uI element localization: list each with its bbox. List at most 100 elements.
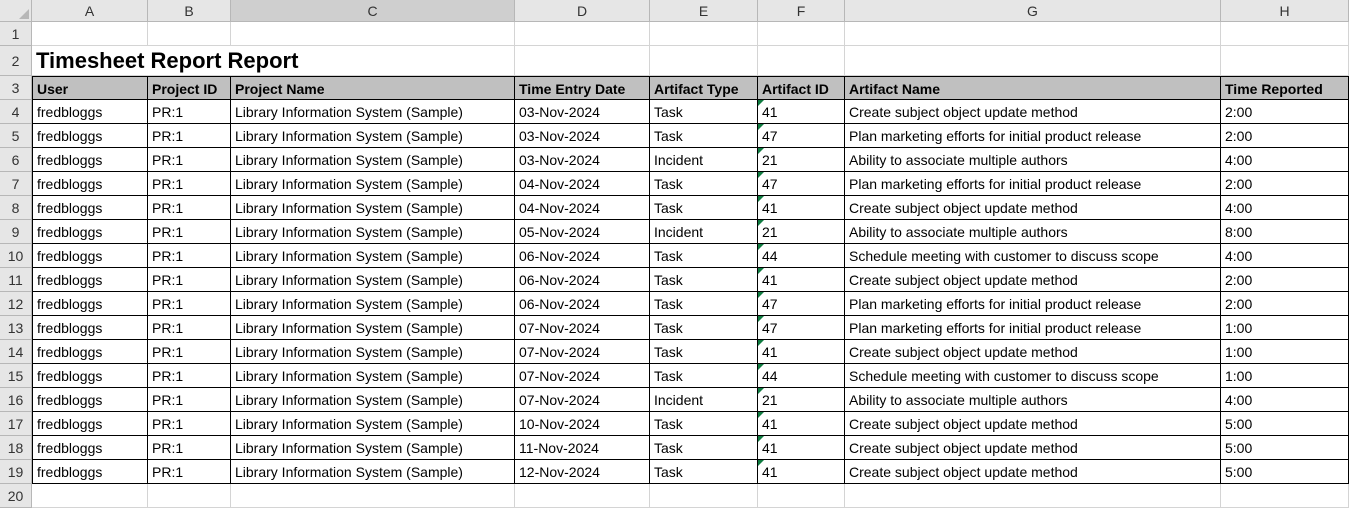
row-header-10[interactable]: 10 xyxy=(0,244,32,268)
table-cell-user[interactable]: fredbloggs xyxy=(32,220,148,244)
table-cell-type[interactable]: Task xyxy=(650,412,758,436)
table-cell-date[interactable]: 03-Nov-2024 xyxy=(515,124,650,148)
table-cell-user[interactable]: fredbloggs xyxy=(32,268,148,292)
table-cell-user[interactable]: fredbloggs xyxy=(32,244,148,268)
table-cell-aid[interactable]: 21 xyxy=(758,388,845,412)
table-cell-type[interactable]: Incident xyxy=(650,220,758,244)
table-cell-time[interactable]: 2:00 xyxy=(1221,172,1349,196)
table-cell-date[interactable]: 06-Nov-2024 xyxy=(515,244,650,268)
table-cell-user[interactable]: fredbloggs xyxy=(32,340,148,364)
table-cell-projectName[interactable]: Library Information System (Sample) xyxy=(231,340,515,364)
table-cell-aname[interactable]: Plan marketing efforts for initial produ… xyxy=(845,172,1221,196)
table-cell-aname[interactable]: Create subject object update method xyxy=(845,436,1221,460)
table-header-user[interactable]: User xyxy=(32,76,148,100)
table-cell-date[interactable]: 03-Nov-2024 xyxy=(515,148,650,172)
table-cell-date[interactable]: 07-Nov-2024 xyxy=(515,364,650,388)
table-cell-projectName[interactable]: Library Information System (Sample) xyxy=(231,460,515,484)
column-header-E[interactable]: E xyxy=(650,0,758,22)
table-cell-aname[interactable]: Create subject object update method xyxy=(845,196,1221,220)
table-cell-type[interactable]: Task xyxy=(650,244,758,268)
table-header-artifactName[interactable]: Artifact Name xyxy=(845,76,1221,100)
table-cell-type[interactable]: Task xyxy=(650,100,758,124)
empty-cell[interactable] xyxy=(650,22,758,46)
table-cell-date[interactable]: 12-Nov-2024 xyxy=(515,460,650,484)
row-header-11[interactable]: 11 xyxy=(0,268,32,292)
table-cell-aname[interactable]: Schedule meeting with customer to discus… xyxy=(845,364,1221,388)
table-cell-aname[interactable]: Plan marketing efforts for initial produ… xyxy=(845,124,1221,148)
table-cell-aid[interactable]: 41 xyxy=(758,100,845,124)
empty-cell[interactable] xyxy=(758,46,845,76)
table-cell-aid[interactable]: 21 xyxy=(758,220,845,244)
row-header-4[interactable]: 4 xyxy=(0,100,32,124)
table-cell-projectName[interactable]: Library Information System (Sample) xyxy=(231,220,515,244)
select-all-corner[interactable] xyxy=(0,0,32,22)
table-cell-projectName[interactable]: Library Information System (Sample) xyxy=(231,172,515,196)
table-cell-aname[interactable]: Create subject object update method xyxy=(845,100,1221,124)
table-header-projectName[interactable]: Project Name xyxy=(231,76,515,100)
table-cell-type[interactable]: Task xyxy=(650,364,758,388)
row-header-14[interactable]: 14 xyxy=(0,340,32,364)
table-header-timeEntryDate[interactable]: Time Entry Date xyxy=(515,76,650,100)
table-cell-projectId[interactable]: PR:1 xyxy=(148,340,231,364)
table-cell-user[interactable]: fredbloggs xyxy=(32,316,148,340)
table-cell-projectName[interactable]: Library Information System (Sample) xyxy=(231,268,515,292)
empty-cell[interactable] xyxy=(1221,484,1349,508)
table-cell-time[interactable]: 2:00 xyxy=(1221,124,1349,148)
table-cell-aid[interactable]: 41 xyxy=(758,460,845,484)
table-cell-time[interactable]: 2:00 xyxy=(1221,292,1349,316)
row-header-7[interactable]: 7 xyxy=(0,172,32,196)
table-cell-date[interactable]: 04-Nov-2024 xyxy=(515,196,650,220)
table-header-artifactType[interactable]: Artifact Type xyxy=(650,76,758,100)
table-cell-user[interactable]: fredbloggs xyxy=(32,388,148,412)
table-cell-user[interactable]: fredbloggs xyxy=(32,172,148,196)
row-header-1[interactable]: 1 xyxy=(0,22,32,46)
table-cell-date[interactable]: 05-Nov-2024 xyxy=(515,220,650,244)
empty-cell[interactable] xyxy=(32,484,148,508)
table-header-artifactId[interactable]: Artifact ID xyxy=(758,76,845,100)
table-cell-aname[interactable]: Ability to associate multiple authors xyxy=(845,148,1221,172)
empty-cell[interactable] xyxy=(1221,22,1349,46)
empty-cell[interactable] xyxy=(231,484,515,508)
table-cell-aname[interactable]: Plan marketing efforts for initial produ… xyxy=(845,316,1221,340)
table-cell-projectName[interactable]: Library Information System (Sample) xyxy=(231,412,515,436)
table-cell-aid[interactable]: 47 xyxy=(758,172,845,196)
table-cell-aid[interactable]: 41 xyxy=(758,436,845,460)
table-cell-projectId[interactable]: PR:1 xyxy=(148,412,231,436)
table-cell-type[interactable]: Task xyxy=(650,316,758,340)
table-cell-projectName[interactable]: Library Information System (Sample) xyxy=(231,124,515,148)
table-cell-projectId[interactable]: PR:1 xyxy=(148,172,231,196)
report-title[interactable]: Timesheet Report Report xyxy=(32,46,515,76)
table-cell-time[interactable]: 1:00 xyxy=(1221,340,1349,364)
column-header-D[interactable]: D xyxy=(515,0,650,22)
table-cell-aid[interactable]: 21 xyxy=(758,148,845,172)
table-header-timeReported[interactable]: Time Reported xyxy=(1221,76,1349,100)
empty-cell[interactable] xyxy=(515,46,650,76)
row-header-8[interactable]: 8 xyxy=(0,196,32,220)
table-cell-aid[interactable]: 44 xyxy=(758,244,845,268)
row-header-19[interactable]: 19 xyxy=(0,460,32,484)
table-cell-projectId[interactable]: PR:1 xyxy=(148,364,231,388)
table-cell-aname[interactable]: Ability to associate multiple authors xyxy=(845,388,1221,412)
table-cell-time[interactable]: 4:00 xyxy=(1221,196,1349,220)
table-cell-type[interactable]: Task xyxy=(650,172,758,196)
table-cell-user[interactable]: fredbloggs xyxy=(32,196,148,220)
column-header-C[interactable]: C xyxy=(231,0,515,22)
table-cell-projectId[interactable]: PR:1 xyxy=(148,124,231,148)
table-cell-aid[interactable]: 41 xyxy=(758,268,845,292)
column-header-F[interactable]: F xyxy=(758,0,845,22)
table-cell-aid[interactable]: 47 xyxy=(758,316,845,340)
empty-cell[interactable] xyxy=(845,22,1221,46)
table-cell-projectId[interactable]: PR:1 xyxy=(148,388,231,412)
table-cell-date[interactable]: 04-Nov-2024 xyxy=(515,172,650,196)
table-cell-user[interactable]: fredbloggs xyxy=(32,436,148,460)
table-cell-projectName[interactable]: Library Information System (Sample) xyxy=(231,364,515,388)
row-header-20[interactable]: 20 xyxy=(0,484,32,508)
empty-cell[interactable] xyxy=(845,484,1221,508)
table-cell-time[interactable]: 1:00 xyxy=(1221,364,1349,388)
table-cell-projectName[interactable]: Library Information System (Sample) xyxy=(231,196,515,220)
table-cell-aid[interactable]: 41 xyxy=(758,340,845,364)
table-cell-user[interactable]: fredbloggs xyxy=(32,124,148,148)
table-cell-aname[interactable]: Schedule meeting with customer to discus… xyxy=(845,244,1221,268)
column-header-A[interactable]: A xyxy=(32,0,148,22)
table-cell-user[interactable]: fredbloggs xyxy=(32,100,148,124)
